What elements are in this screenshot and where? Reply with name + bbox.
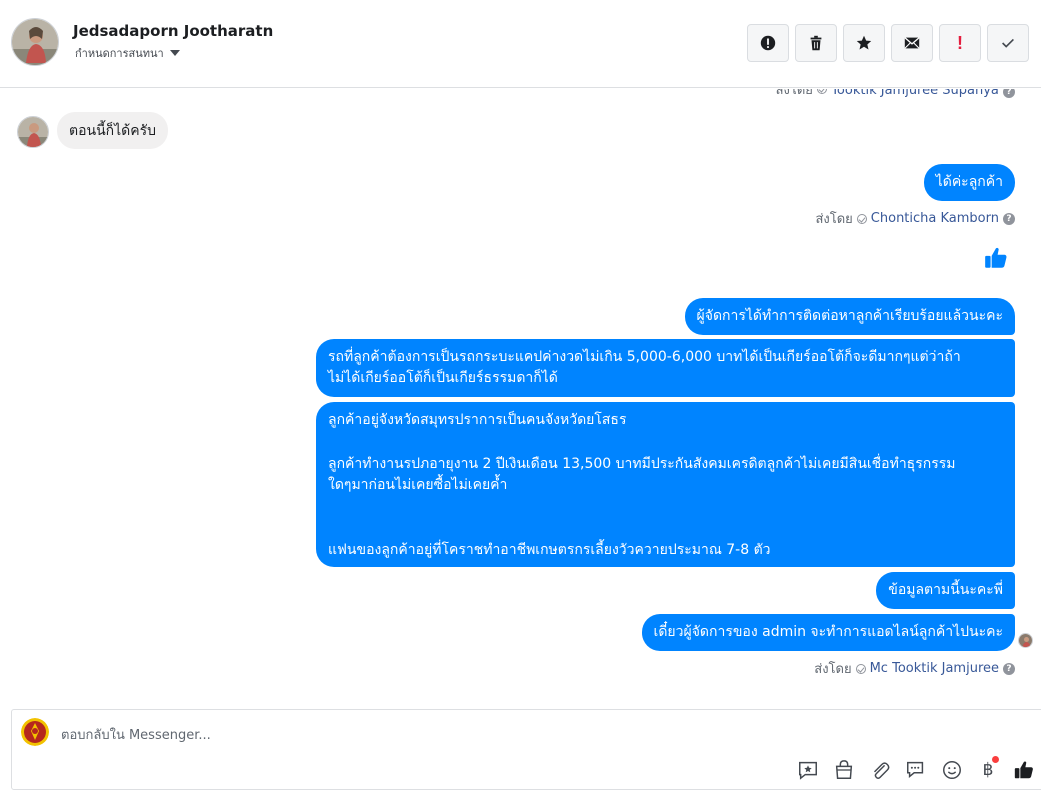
alert-circle-icon [760,35,776,51]
follow-up-button[interactable]: ! [939,24,981,62]
conversation-toolbar: ! [747,24,1029,62]
seen-avatar [1018,633,1033,648]
message-line: ใดๆมาก่อนไม่เคยซื้อไม่เคยค้ำ [328,477,508,493]
verified-icon [856,213,867,224]
trash-icon [810,35,822,51]
contact-avatar[interactable] [11,18,59,66]
page-avatar [21,718,49,746]
sent-by-label: ส่งโดย [775,89,813,98]
star-icon [856,35,872,50]
outgoing-message: ข้อมูลตามนี้นะคะพี่ [876,572,1015,609]
attachment-icon [873,762,890,779]
send-like-button[interactable] [1012,758,1036,782]
sent-by-label: ส่งโดย [814,662,852,677]
exclamation-icon: ! [957,32,963,53]
message-line: แฟนของลูกค้าอยู่ที่โคราชทำอาชีพเกษตรกรเล… [328,542,771,558]
envelope-icon [904,37,920,49]
sent-by-label: ส่งโดย [815,212,853,227]
like-thumb-icon [985,247,1007,268]
help-icon[interactable]: ? [1003,662,1015,675]
chat-bubbles-icon [907,761,924,778]
sender-name[interactable]: Tooktik Jamjuree Supanya [831,89,999,98]
contact-avatar-small [17,116,49,148]
incoming-message: ตอนนี้ก็ได้ครับ [57,112,169,149]
shop-bag-icon [835,760,853,779]
outgoing-message: เดี๋ยวผู้จัดการของ admin จะทำการแอดไลน์ล… [641,614,1015,651]
sender-name[interactable]: Mc Tooktik Jamjuree [870,661,999,676]
saved-reply-button[interactable] [796,758,820,782]
chevron-down-icon [169,50,180,56]
emoji-icon [943,761,961,779]
mark-spam-button[interactable] [747,24,789,62]
saved-reply-icon [799,761,817,780]
verified-icon [817,89,828,94]
sender-name[interactable]: Chonticha Kamborn [871,211,999,226]
contact-name[interactable]: Jedsadaporn Jootharatn [73,22,273,40]
verified-icon [855,663,866,674]
sent-by-info: ส่งโดย Mc Tooktik Jamjuree ? [814,658,1015,679]
delete-button[interactable] [795,24,837,62]
composer-toolbar: ฿ [796,756,1036,782]
currency-icon: ฿ [982,760,994,780]
assign-conversation-dropdown[interactable]: กำหนดการสนทนา [75,44,180,62]
payment-button[interactable]: ฿ [976,756,1000,782]
emoji-button[interactable] [940,758,964,782]
outgoing-message: ผู้จัดการได้ทำการติดต่อหาลูกค้าเรียบร้อย… [684,298,1015,335]
quick-replies-button[interactable] [904,758,928,782]
attach-button[interactable] [868,758,892,782]
mark-done-button[interactable] [987,24,1029,62]
outgoing-message: ลูกค้าอยู่จังหวัดสมุทรปราการเป็นคนจังหวั… [316,402,1015,567]
message-thread[interactable]: ส่งโดย Tooktik Jamjuree Supanya ? ตอนนี้… [0,89,1041,707]
reply-input[interactable]: ตอบกลับใน Messenger... [61,724,211,745]
message-line: ไม่ได้เกียร์ออโต้ก็เป็นเกียร์ธรรมดาก็ได้ [328,370,558,386]
star-button[interactable] [843,24,885,62]
help-icon[interactable]: ? [1003,212,1015,225]
outgoing-message: ได้ค่ะลูกค้า [923,164,1015,201]
notification-dot [992,756,999,763]
assign-label: กำหนดการสนทนา [75,47,164,60]
message-line: ลูกค้าทำงานรปภอายุงาน 2 ปีเงินเดือน 13,5… [328,456,956,472]
message-line: ลูกค้าอยู่จังหวัดสมุทรปราการเป็นคนจังหวั… [328,412,627,428]
shop-button[interactable] [832,758,856,782]
mark-unread-button[interactable] [891,24,933,62]
message-line: รถที่ลูกค้าต้องการเป็นรถกระบะแคปค่างวดไม… [328,349,961,365]
like-icon [1014,761,1033,779]
checkmark-icon [1002,38,1014,48]
reply-composer: ตอบกลับใน Messenger... ฿ [11,709,1041,790]
conversation-header: Jedsadaporn Jootharatn กำหนดการสนทนา ! [0,0,1041,88]
sent-by-info: ส่งโดย Chonticha Kamborn ? [815,208,1015,229]
outgoing-message: รถที่ลูกค้าต้องการเป็นรถกระบะแคปค่างวดไม… [316,339,1015,397]
sent-by-previous: ส่งโดย Tooktik Jamjuree Supanya ? [776,89,1015,100]
help-icon[interactable]: ? [1003,89,1015,98]
